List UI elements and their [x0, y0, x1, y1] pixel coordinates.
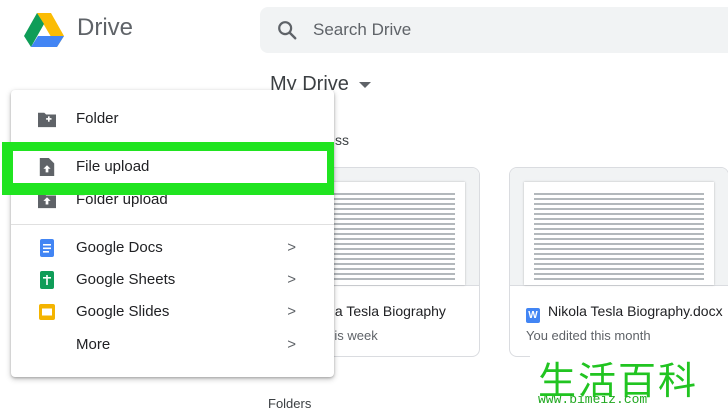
- menu-item-label: More: [76, 336, 111, 353]
- file-card[interactable]: W Nikola Tesla Biography.docx You edited …: [509, 167, 728, 357]
- folder-plus-icon: [38, 112, 56, 128]
- chevron-right-icon: >: [287, 336, 296, 353]
- document-preview: [315, 182, 465, 285]
- menu-item-more[interactable]: More >: [11, 329, 334, 361]
- chevron-right-icon: >: [287, 271, 296, 288]
- search-input[interactable]: Search Drive: [313, 20, 411, 40]
- brand-name: Drive: [77, 14, 134, 41]
- new-menu: Folder Folder upload Google Docs > Googl…: [11, 90, 334, 377]
- watermark: 生活百科 www.bimeiz.com: [530, 350, 728, 408]
- file-name-text: Nikola Tesla Biography.docx: [548, 303, 723, 319]
- menu-item-label: Google Slides: [76, 303, 170, 320]
- menu-item-file-upload[interactable]: [13, 151, 327, 183]
- watermark-url: www.bimeiz.com: [538, 392, 648, 407]
- menu-item-folder[interactable]: Folder: [11, 103, 334, 135]
- menu-item-google-slides[interactable]: Google Slides >: [11, 296, 334, 328]
- chevron-right-icon: >: [287, 303, 296, 320]
- menu-item-label: Folder: [76, 110, 119, 127]
- menu-item-label: File upload: [76, 158, 150, 175]
- top-bar: Drive Search Drive: [0, 0, 728, 62]
- word-doc-icon: W: [526, 308, 540, 323]
- file-name: kola Tesla Biography: [317, 303, 446, 319]
- search-bar[interactable]: Search Drive: [260, 7, 728, 53]
- file-thumbnail: [510, 168, 728, 286]
- menu-item-label: Google Sheets: [76, 271, 176, 288]
- search-icon[interactable]: [276, 19, 298, 41]
- menu-divider: [11, 224, 334, 225]
- google-sheets-icon: [40, 271, 54, 289]
- quick-access-label: ss: [335, 132, 349, 148]
- chevron-down-icon[interactable]: [358, 81, 371, 88]
- document-preview: [524, 182, 714, 285]
- google-slides-icon: [39, 304, 55, 320]
- file-name: W Nikola Tesla Biography.docx: [526, 303, 723, 323]
- file-upload-icon: [39, 158, 55, 176]
- menu-item-google-docs[interactable]: Google Docs >: [11, 232, 334, 264]
- google-docs-icon: [40, 239, 54, 257]
- file-activity: You edited this month: [526, 328, 651, 343]
- folders-section-label: Folders: [268, 396, 312, 411]
- drive-logo-icon[interactable]: [24, 13, 64, 47]
- menu-item-label: Google Docs: [76, 239, 163, 256]
- menu-item-google-sheets[interactable]: Google Sheets >: [11, 264, 334, 296]
- chevron-right-icon: >: [287, 239, 296, 256]
